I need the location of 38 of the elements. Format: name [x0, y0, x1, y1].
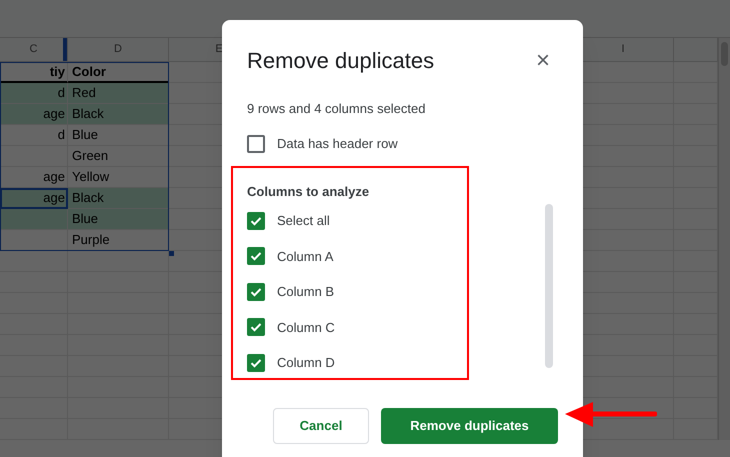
checkbox-label: Column B: [277, 283, 334, 301]
table-cell[interactable]: age: [0, 188, 68, 209]
checkbox-label: Column D: [277, 354, 335, 372]
table-cell[interactable]: [0, 209, 68, 230]
dialog-title: Remove duplicates: [247, 47, 434, 75]
checkbox-checked[interactable]: [247, 282, 265, 301]
table-cell[interactable]: Red: [68, 83, 169, 104]
scrollbar-track[interactable]: [545, 204, 553, 368]
table-cell[interactable]: Blue: [68, 209, 169, 230]
column-header[interactable]: D: [114, 41, 122, 58]
column-header[interactable]: C: [30, 41, 38, 58]
table-cell[interactable]: d: [0, 125, 68, 146]
table-cell[interactable]: [68, 251, 169, 272]
selection-handle[interactable]: [169, 251, 174, 256]
close-button[interactable]: ×: [536, 48, 550, 72]
table-cell[interactable]: Black: [68, 188, 169, 209]
checkbox[interactable]: [247, 134, 265, 153]
checkbox-checked[interactable]: [247, 212, 265, 230]
checkbox-checked[interactable]: [247, 354, 265, 372]
table-cell[interactable]: Black: [68, 104, 169, 125]
section-title: Columns to analyze: [247, 182, 370, 201]
table-cell[interactable]: age: [0, 167, 68, 188]
table-cell[interactable]: [0, 251, 68, 272]
checkbox-label: Column A: [277, 248, 334, 266]
checkbox-checked[interactable]: [247, 318, 265, 336]
checkbox-label: Data has header row: [277, 135, 398, 153]
checkbox-label: Select all: [277, 212, 330, 230]
checkbox-checked[interactable]: [247, 247, 265, 266]
table-cell[interactable]: tiy: [0, 62, 68, 83]
table-cell[interactable]: age: [0, 104, 68, 125]
column-header[interactable]: E: [215, 41, 223, 58]
selection-summary: 9 rows and 4 columns selected: [247, 101, 426, 116]
table-cell[interactable]: d: [0, 83, 68, 104]
checkbox-label: Column C: [277, 318, 335, 336]
column-header[interactable]: I: [621, 41, 625, 58]
cancel-button[interactable]: Cancel: [273, 408, 369, 444]
table-cell[interactable]: [0, 146, 68, 167]
remove-duplicates-button[interactable]: Remove duplicates: [381, 408, 558, 444]
